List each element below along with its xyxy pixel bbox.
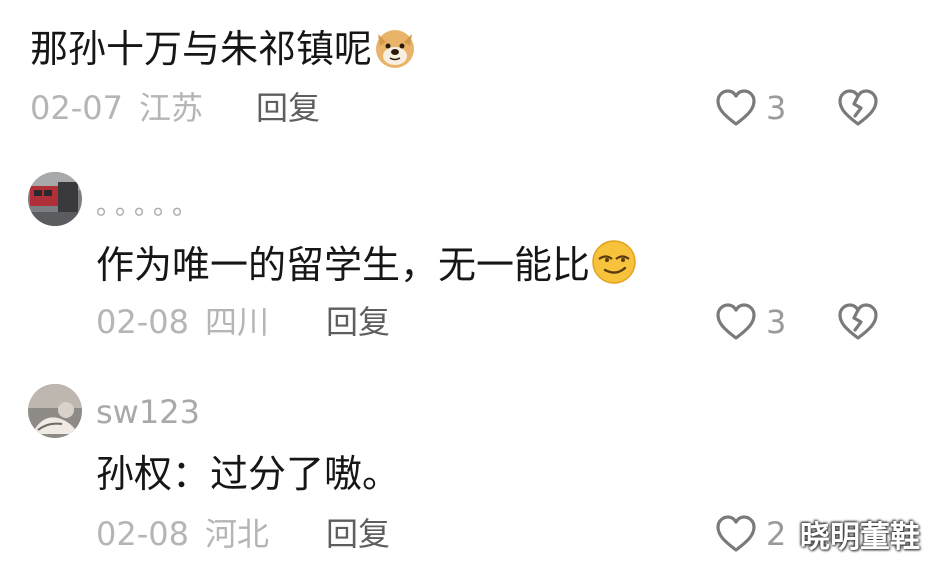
heart-icon bbox=[716, 303, 756, 340]
comment-meta: 02-07 江苏 bbox=[30, 88, 203, 128]
reply-button[interactable]: 回复 bbox=[256, 88, 320, 128]
comment-text-row: 作为唯一的留学生，无一能比 bbox=[96, 238, 638, 295]
like-count: 2 bbox=[766, 515, 787, 553]
smirk-emoji-icon bbox=[590, 238, 638, 295]
like-button[interactable]: 3 bbox=[714, 86, 786, 130]
username[interactable]: sw123 bbox=[96, 392, 200, 432]
comment-item: 那孙十万与朱祁镇呢 02-07 江苏 回复 3 bbox=[0, 0, 934, 150]
comment-text: 孙权：过分了嗷。 bbox=[96, 452, 401, 496]
comment-location: 江苏 bbox=[138, 89, 203, 127]
comment-item: 。。。。。 作为唯一的留学生，无一能比 02-08 四川 回复 3 bbox=[0, 160, 934, 360]
comment-item: sw123 孙权：过分了嗷。 02-08 河北 回复 2 bbox=[0, 372, 934, 572]
doge-emoji-icon bbox=[372, 24, 418, 79]
comment-location: 四川 bbox=[204, 303, 269, 341]
dislike-broken-heart-icon[interactable] bbox=[836, 88, 880, 128]
heart-icon bbox=[716, 89, 756, 126]
dislike-broken-heart-icon[interactable] bbox=[836, 302, 880, 342]
reply-button[interactable]: 回复 bbox=[326, 514, 390, 554]
comment-text-row: 那孙十万与朱祁镇呢 bbox=[30, 24, 418, 79]
like-count: 3 bbox=[766, 303, 787, 341]
username[interactable]: 。。。。。 bbox=[96, 186, 204, 226]
comment-date: 02-07 bbox=[30, 89, 123, 127]
comment-date: 02-08 bbox=[96, 515, 189, 553]
comment-location: 河北 bbox=[204, 515, 269, 553]
like-button[interactable]: 3 bbox=[714, 300, 786, 344]
like-button[interactable]: 2 bbox=[714, 512, 786, 556]
comment-text: 那孙十万与朱祁镇呢 bbox=[30, 27, 373, 71]
like-count: 3 bbox=[766, 89, 787, 127]
comment-meta: 02-08 河北 bbox=[96, 514, 269, 554]
comment-date: 02-08 bbox=[96, 303, 189, 341]
avatar[interactable] bbox=[28, 172, 82, 226]
comment-meta: 02-08 四川 bbox=[96, 302, 269, 342]
heart-icon bbox=[716, 515, 756, 552]
reply-button[interactable]: 回复 bbox=[326, 302, 390, 342]
avatar[interactable] bbox=[28, 384, 82, 438]
comment-text: 作为唯一的留学生，无一能比 bbox=[96, 243, 591, 287]
watermark: 晓明董鞋 bbox=[800, 520, 920, 555]
